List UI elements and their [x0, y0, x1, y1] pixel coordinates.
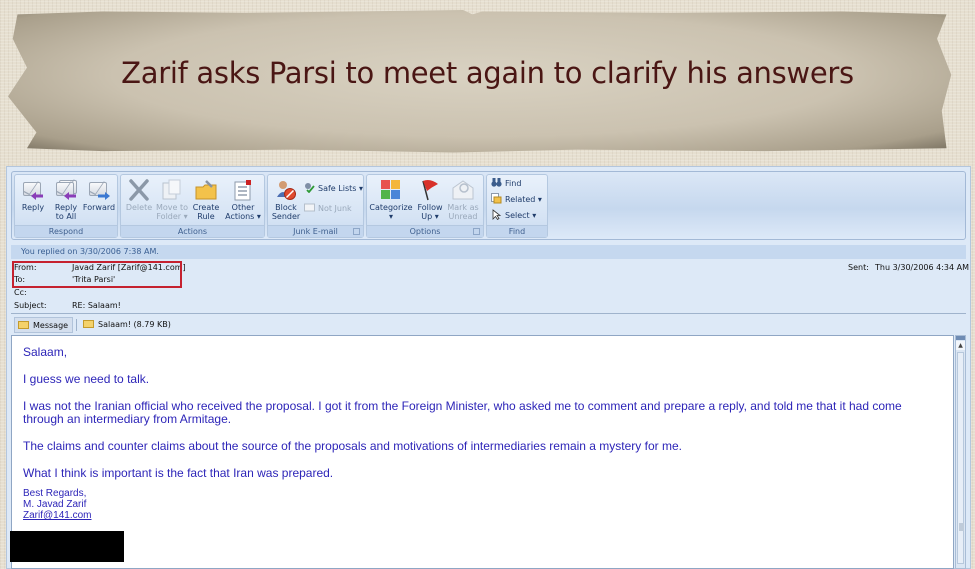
forward-button[interactable]: Forward [82, 177, 116, 212]
related-button[interactable]: Related ▾ [491, 193, 542, 207]
highlight-box [12, 261, 182, 288]
move-to-folder-button[interactable]: Move to Folder ▾ [155, 177, 189, 221]
reply-icon [21, 179, 45, 201]
follow-up-flag-icon [418, 179, 442, 201]
ribbon-group-actions: Delete Move to Folder ▾ Create Rule Othe… [120, 174, 265, 238]
attachment-salaam[interactable]: Salaam! (8.79 KB) [80, 317, 175, 333]
signature-name: M. Javad Zarif [23, 499, 87, 510]
subject-label: Subject: [14, 301, 47, 310]
not-junk-button[interactable]: Not Junk [304, 202, 352, 216]
header-divider [11, 313, 966, 314]
safe-lists-button[interactable]: Safe Lists ▾ [304, 182, 363, 196]
delete-icon [127, 179, 151, 201]
options-dialog-launcher[interactable] [473, 228, 480, 235]
not-junk-icon [304, 202, 315, 213]
scrollbar-track[interactable] [957, 352, 964, 564]
body-paragraph: I was not the Iranian official who recei… [23, 399, 902, 426]
other-actions-icon [231, 179, 255, 201]
group-label-find: Find [487, 225, 547, 237]
reply-all-button[interactable]: Reply to All [51, 177, 81, 221]
group-label-respond: Respond [15, 225, 117, 237]
safe-lists-icon [304, 182, 315, 194]
ribbon: Reply Reply to All Forward Respond Delet… [11, 171, 966, 240]
block-sender-button[interactable]: Block Sender [271, 177, 301, 221]
body-paragraph: The claims and counter claims about the … [23, 439, 682, 453]
sent-label: Sent: [848, 263, 869, 272]
body-paragraph: Salaam, [23, 345, 68, 359]
signature-closing: Best Regards, [23, 488, 87, 499]
tab-message[interactable]: Message [14, 317, 74, 333]
move-to-folder-icon [160, 179, 184, 201]
select-button[interactable]: Select ▾ [491, 209, 536, 223]
reply-button[interactable]: Reply [18, 177, 48, 212]
scrollbar-top-cap [956, 336, 965, 340]
binoculars-icon [491, 177, 502, 188]
body-paragraph: What I think is important is the fact th… [23, 466, 334, 480]
related-icon [491, 193, 502, 204]
reply-all-icon [54, 179, 78, 201]
sent-value: Thu 3/30/2006 4:34 AM [875, 263, 970, 272]
message-body[interactable]: Salaam, I guess we need to talk. I was n… [11, 335, 954, 569]
signature-email-link[interactable]: Zarif@141.com [23, 510, 92, 521]
group-label-actions: Actions [121, 225, 264, 237]
envelope-icon [18, 320, 29, 329]
create-rule-icon [194, 179, 218, 201]
junk-email-dialog-launcher[interactable] [353, 228, 360, 235]
group-label-options: Options [367, 225, 483, 237]
cc-label: Cc: [14, 288, 27, 297]
create-rule-button[interactable]: Create Rule [191, 177, 221, 221]
outlook-message-window: Reply Reply to All Forward Respond Delet… [6, 166, 971, 569]
scroll-up-arrow-icon[interactable]: ▲ [956, 341, 965, 350]
group-label-junk-email: Junk E-mail [268, 225, 363, 237]
ribbon-group-find: Find Related ▾ Select ▾ Find [486, 174, 548, 238]
find-button[interactable]: Find [491, 177, 521, 191]
categorize-icon [379, 179, 403, 201]
vertical-scrollbar[interactable]: ▲ [955, 335, 966, 569]
follow-up-button[interactable]: Follow Up ▾ [415, 177, 445, 221]
tab-divider [76, 319, 77, 331]
other-actions-button[interactable]: Other Actions ▾ [225, 177, 261, 221]
ribbon-group-junk-email: Block Sender Safe Lists ▾ Not Junk Junk … [267, 174, 364, 238]
forward-icon [87, 179, 111, 201]
mark-unread-icon [451, 179, 475, 201]
delete-button[interactable]: Delete [124, 177, 154, 212]
redaction-block [10, 531, 124, 562]
banner-title: Zarif asks Parsi to meet again to clarif… [121, 56, 854, 90]
signature: Best Regards, M. Javad Zarif Zarif@141.c… [23, 488, 938, 521]
subject-value: RE: Salaam! [72, 301, 121, 310]
categorize-button[interactable]: Categorize ▾ [369, 177, 413, 221]
select-cursor-icon [491, 209, 502, 221]
ribbon-group-respond: Reply Reply to All Forward Respond [14, 174, 118, 238]
mark-as-unread-button[interactable]: Mark as Unread [447, 177, 479, 221]
message-text: Salaam, I guess we need to talk. I was n… [23, 345, 938, 522]
scrollbar-thumb[interactable] [959, 523, 964, 531]
block-sender-icon [274, 179, 298, 201]
ribbon-group-options: Categorize ▾ Follow Up ▾ Mark as Unread … [366, 174, 484, 238]
reply-info-bar: You replied on 3/30/2006 7:38 AM. [11, 245, 966, 259]
body-paragraph: I guess we need to talk. [23, 372, 150, 386]
attachment-envelope-icon [83, 319, 94, 328]
